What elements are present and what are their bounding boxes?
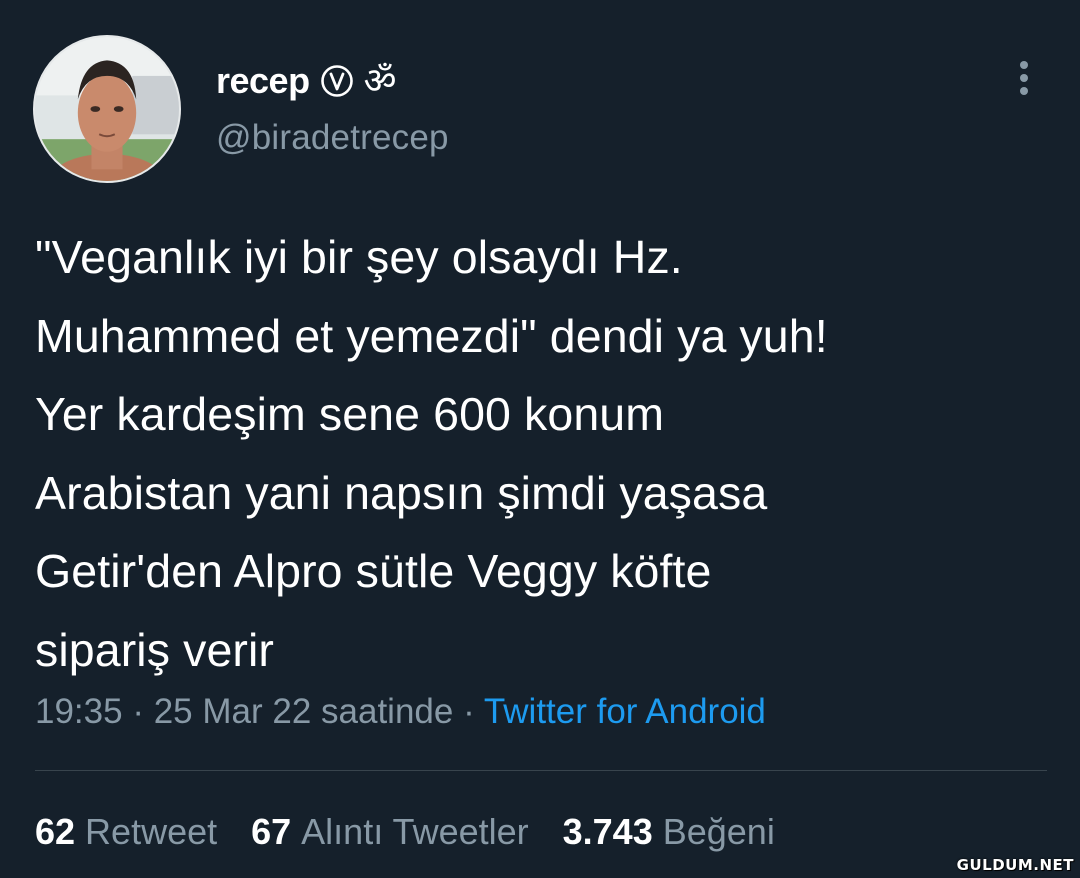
quotes-label: Alıntı Tweetler bbox=[301, 811, 529, 852]
circled-v-icon bbox=[320, 64, 354, 98]
quotes-stat[interactable]: 67 Alıntı Tweetler bbox=[251, 811, 529, 853]
likes-stat[interactable]: 3.743 Beğeni bbox=[563, 811, 775, 853]
tweet-card: recep ॐ @biradetrecep "Veganlık iyi bir … bbox=[0, 0, 1080, 878]
author-name-row: recep ॐ bbox=[216, 56, 396, 106]
tweet-date[interactable]: 25 Mar 22 saatinde bbox=[154, 692, 454, 731]
tweet-text: "Veganlık iyi bir şey olsaydı Hz. Muhamm… bbox=[35, 231, 828, 676]
display-name[interactable]: recep bbox=[216, 60, 310, 102]
tweet-stats: 62 Retweet 67 Alıntı Tweetler 3.743 Beğe… bbox=[35, 808, 809, 856]
more-options-button[interactable] bbox=[1004, 58, 1044, 98]
tweet-source-link[interactable]: Twitter for Android bbox=[484, 692, 766, 731]
quotes-count: 67 bbox=[251, 811, 292, 852]
retweets-count: 62 bbox=[35, 811, 76, 852]
meta-separator: · bbox=[122, 692, 154, 731]
more-vertical-icon bbox=[1020, 61, 1028, 95]
tweet-meta: 19:35 · 25 Mar 22 saatinde · Twitter for… bbox=[35, 692, 766, 732]
watermark: GULDUM.NET bbox=[956, 856, 1074, 874]
meta-separator: · bbox=[453, 692, 484, 731]
likes-count: 3.743 bbox=[562, 811, 653, 852]
tweet-time[interactable]: 19:35 bbox=[35, 692, 123, 731]
divider bbox=[35, 770, 1047, 771]
author-handle[interactable]: @biradetrecep bbox=[216, 118, 449, 158]
avatar[interactable] bbox=[33, 35, 181, 183]
retweets-label: Retweet bbox=[85, 811, 218, 852]
avatar-image bbox=[35, 37, 179, 181]
likes-label: Beğeni bbox=[662, 811, 775, 852]
om-symbol-icon: ॐ bbox=[363, 60, 397, 101]
retweets-stat[interactable]: 62 Retweet bbox=[35, 811, 217, 853]
